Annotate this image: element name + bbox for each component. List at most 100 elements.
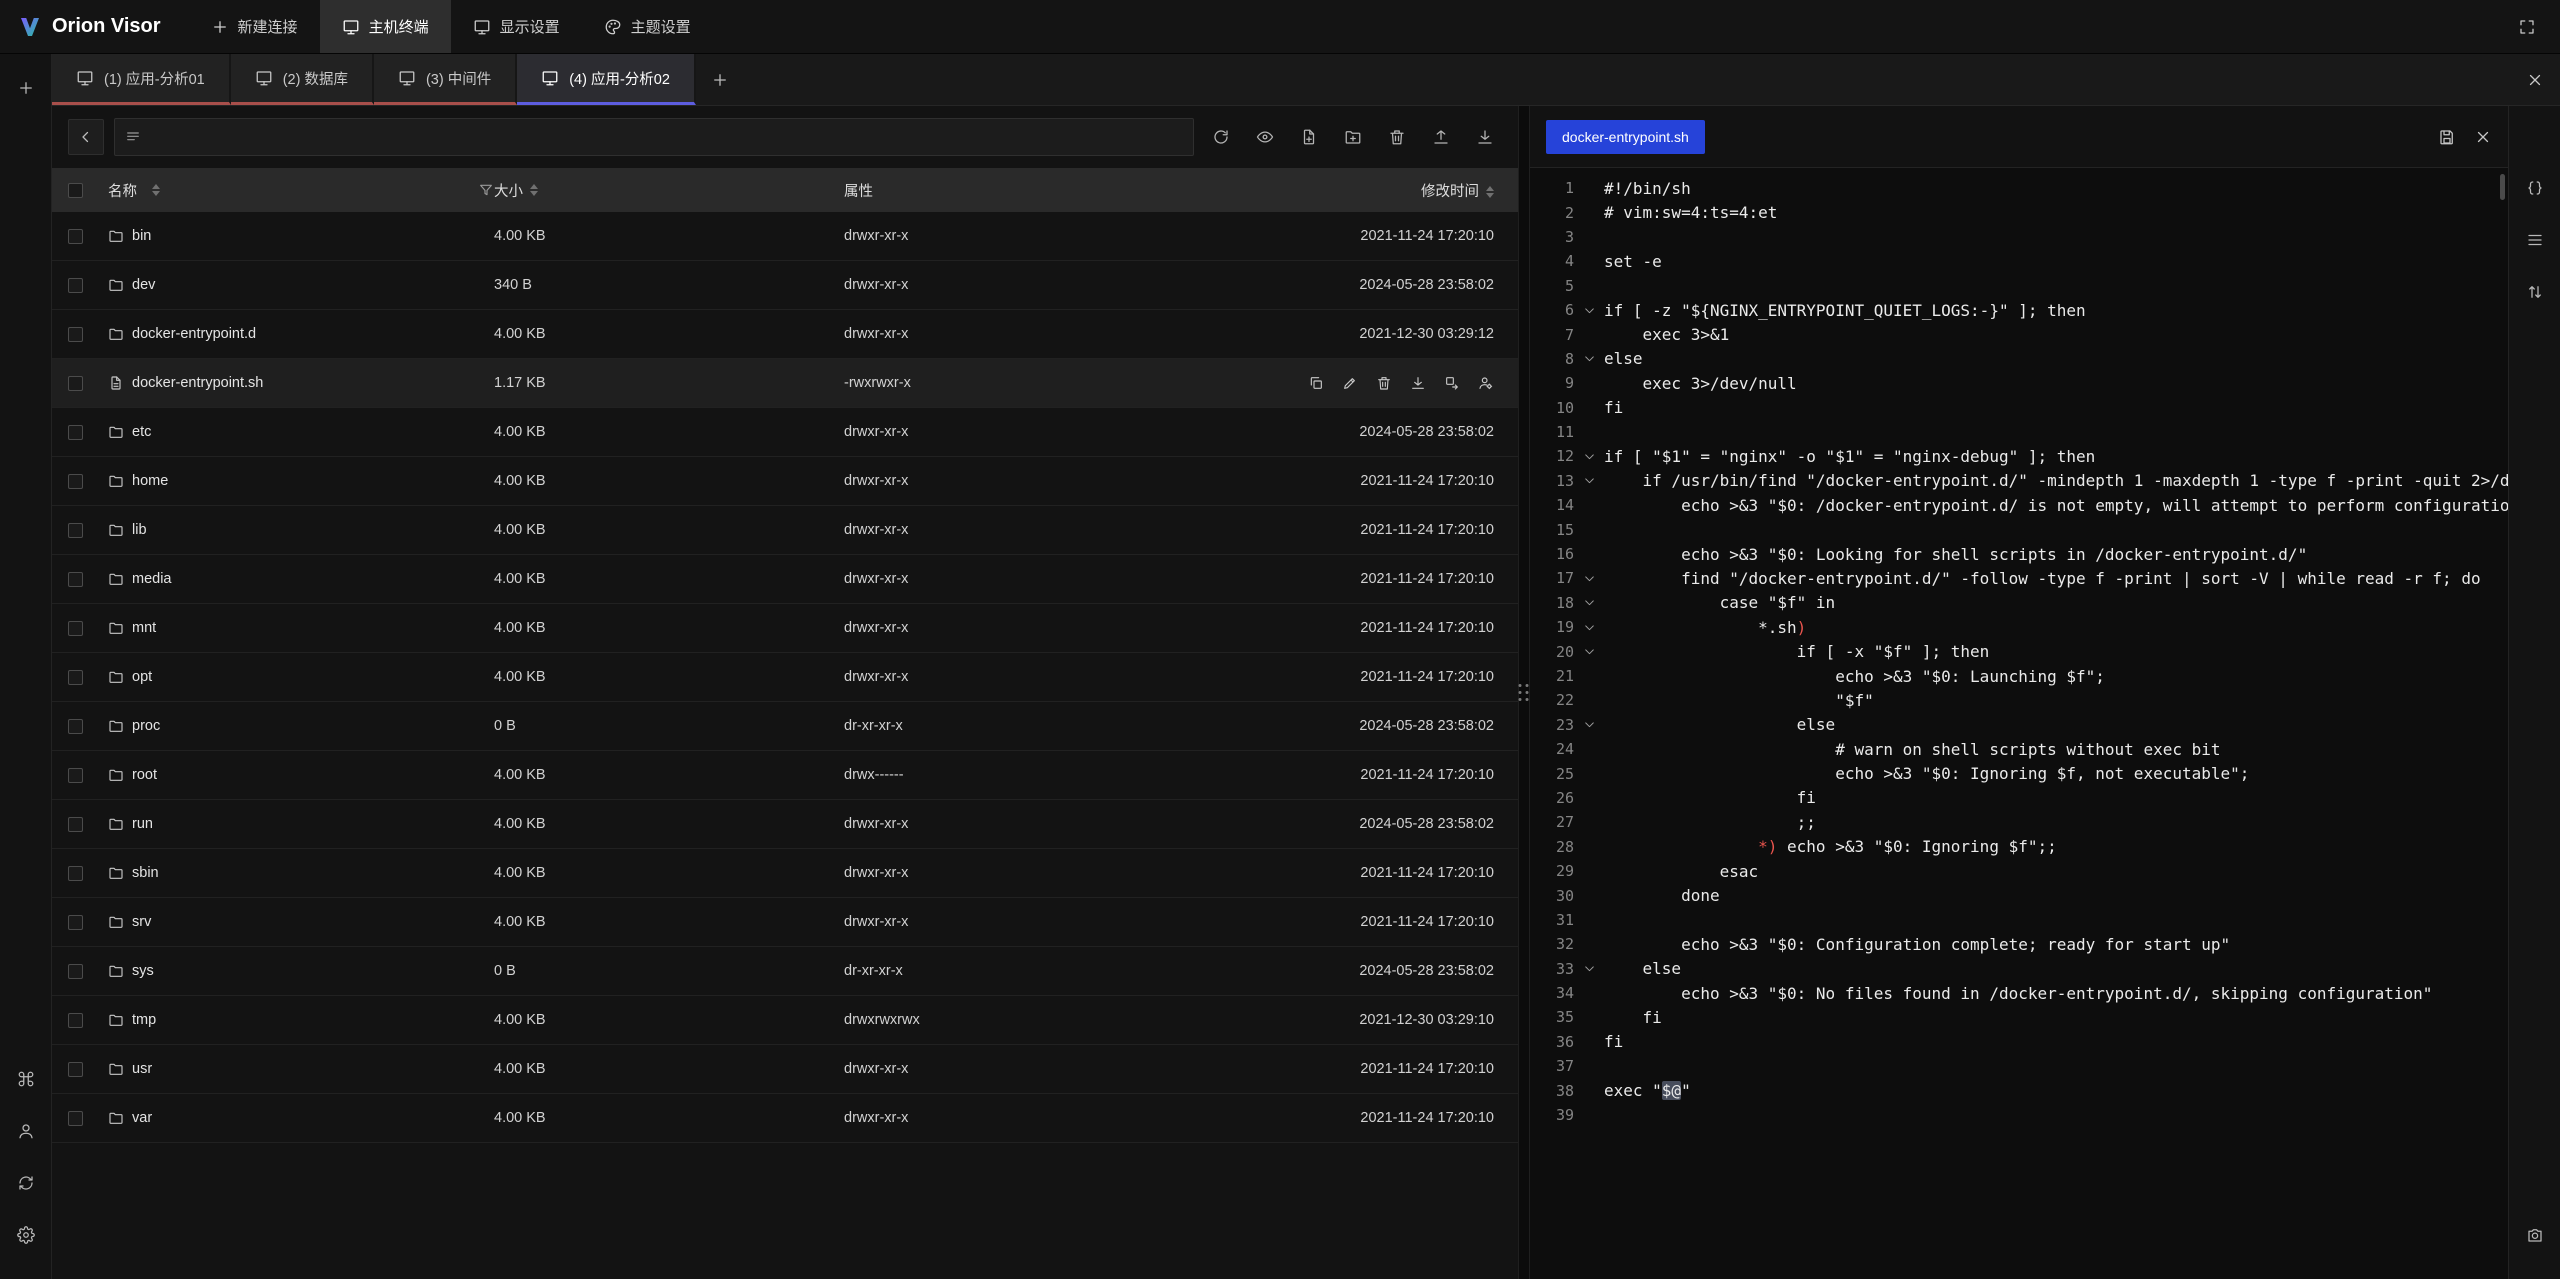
terminal-tab-icon — [76, 69, 94, 87]
fold-toggle-icon[interactable] — [1574, 572, 1604, 585]
row-checkbox[interactable] — [68, 474, 83, 489]
table-row[interactable]: mnt4.00 KBdrwxr-xr-x2021-11-24 17:20:10 — [52, 604, 1518, 653]
menu-display-settings[interactable]: 显示设置 — [451, 0, 582, 53]
table-row[interactable]: usr4.00 KBdrwxr-xr-x2021-11-24 17:20:10 — [52, 1045, 1518, 1094]
fold-toggle-icon[interactable] — [1574, 718, 1604, 731]
editor-file-tab[interactable]: docker-entrypoint.sh — [1546, 120, 1705, 154]
fileplus-button[interactable] — [1292, 120, 1326, 154]
table-row[interactable]: lib4.00 KBdrwxr-xr-x2021-11-24 17:20:10 — [52, 506, 1518, 555]
file-name: lib — [132, 522, 147, 538]
save-icon[interactable] — [2438, 128, 2456, 146]
sort-name-icon[interactable] — [152, 184, 160, 196]
row-checkbox[interactable] — [68, 327, 83, 342]
line-number: 9 — [1530, 374, 1574, 392]
camera-button[interactable] — [2517, 1217, 2553, 1253]
terminal-tab-3[interactable]: (3) 中间件 — [374, 54, 517, 105]
row-checkbox[interactable] — [68, 621, 83, 636]
row-checkbox[interactable] — [68, 572, 83, 587]
sort-size-icon[interactable] — [530, 184, 538, 196]
terminal-tab-1[interactable]: (1) 应用-分析01 — [52, 54, 231, 105]
table-row[interactable]: bin4.00 KBdrwxr-xr-x2021-11-24 17:20:10 — [52, 212, 1518, 261]
menulines-button[interactable] — [2517, 222, 2553, 258]
code-line: 34 echo >&3 "$0: No files found in /dock… — [1530, 981, 2508, 1005]
swapv-button[interactable] — [2517, 274, 2553, 310]
code-area[interactable]: 1#!/bin/sh2# vim:sw=4:ts=4:et34set -e56i… — [1530, 168, 2508, 1279]
fold-toggle-icon[interactable] — [1574, 621, 1604, 634]
menu-new-connection[interactable]: 新建连接 — [189, 0, 320, 53]
row-edit-icon[interactable] — [1342, 375, 1358, 391]
row-checkbox[interactable] — [68, 670, 83, 685]
fold-toggle-icon[interactable] — [1574, 962, 1604, 975]
fold-toggle-icon[interactable] — [1574, 474, 1604, 487]
terminal-tab-4[interactable]: (4) 应用-分析02 — [517, 54, 696, 105]
row-checkbox[interactable] — [68, 964, 83, 979]
row-checkbox[interactable] — [68, 1062, 83, 1077]
fold-toggle-icon[interactable] — [1574, 596, 1604, 609]
braces-button[interactable] — [2517, 170, 2553, 206]
close-editor-icon[interactable] — [2474, 128, 2492, 146]
file-time: 2021-11-24 17:20:10 — [1194, 914, 1494, 930]
panel-splitter[interactable] — [1518, 106, 1530, 1279]
table-row[interactable]: etc4.00 KBdrwxr-xr-x2024-05-28 23:58:02 — [52, 408, 1518, 457]
table-row[interactable]: root4.00 KBdrwx------2021-11-24 17:20:10 — [52, 751, 1518, 800]
table-row[interactable]: home4.00 KBdrwxr-xr-x2021-11-24 17:20:10 — [52, 457, 1518, 506]
table-row[interactable]: var4.00 KBdrwxr-xr-x2021-11-24 17:20:10 — [52, 1094, 1518, 1143]
add-tab-button[interactable] — [696, 54, 744, 105]
row-checkbox[interactable] — [68, 229, 83, 244]
row-checkbox[interactable] — [68, 915, 83, 930]
command-button[interactable] — [8, 1061, 44, 1097]
table-row[interactable]: tmp4.00 KBdrwxrwxrwx2021-12-30 03:29:10 — [52, 996, 1518, 1045]
menu-theme-settings[interactable]: 主题设置 — [582, 0, 713, 53]
table-row[interactable]: run4.00 KBdrwxr-xr-x2024-05-28 23:58:02 — [52, 800, 1518, 849]
refresh-button[interactable] — [1204, 120, 1238, 154]
folderplus-button[interactable] — [1336, 120, 1370, 154]
row-checkbox[interactable] — [68, 376, 83, 391]
row-checkbox[interactable] — [68, 1013, 83, 1028]
row-delete-icon[interactable] — [1376, 375, 1392, 391]
back-button[interactable] — [68, 119, 104, 155]
row-download-icon[interactable] — [1410, 375, 1426, 391]
row-checkbox[interactable] — [68, 768, 83, 783]
plus-button[interactable] — [8, 70, 44, 106]
trash-button[interactable] — [1380, 120, 1414, 154]
path-input[interactable] — [114, 118, 1194, 156]
eye-button[interactable] — [1248, 120, 1282, 154]
table-row[interactable]: sys0 Bdr-xr-xr-x2024-05-28 23:58:02 — [52, 947, 1518, 996]
table-row[interactable]: srv4.00 KBdrwxr-xr-x2021-11-24 17:20:10 — [52, 898, 1518, 947]
row-checkbox[interactable] — [68, 1111, 83, 1126]
code-line: 36fi — [1530, 1030, 2508, 1054]
filter-icon[interactable] — [478, 182, 494, 198]
fold-toggle-icon[interactable] — [1574, 304, 1604, 317]
row-checkbox[interactable] — [68, 425, 83, 440]
table-row[interactable]: opt4.00 KBdrwxr-xr-x2021-11-24 17:20:10 — [52, 653, 1518, 702]
table-row[interactable]: docker-entrypoint.d4.00 KBdrwxr-xr-x2021… — [52, 310, 1518, 359]
row-move-icon[interactable] — [1444, 375, 1460, 391]
fold-toggle-icon[interactable] — [1574, 352, 1604, 365]
select-all-checkbox[interactable] — [68, 183, 83, 198]
editor-scrollbar[interactable] — [2500, 174, 2505, 200]
row-permission-icon[interactable] — [1478, 375, 1494, 391]
row-checkbox[interactable] — [68, 866, 83, 881]
fullscreen-button[interactable] — [2514, 0, 2540, 53]
upload-button[interactable] — [1424, 120, 1458, 154]
sort-time-icon[interactable] — [1486, 186, 1494, 198]
row-checkbox[interactable] — [68, 719, 83, 734]
table-row[interactable]: docker-entrypoint.sh1.17 KB-rwxrwxr-x — [52, 359, 1518, 408]
menu-host-terminal[interactable]: 主机终端 — [320, 0, 451, 53]
table-row[interactable]: media4.00 KBdrwxr-xr-x2021-11-24 17:20:1… — [52, 555, 1518, 604]
fold-toggle-icon[interactable] — [1574, 645, 1604, 658]
row-checkbox[interactable] — [68, 817, 83, 832]
row-copy-icon[interactable] — [1308, 375, 1324, 391]
table-row[interactable]: dev340 Bdrwxr-xr-x2024-05-28 23:58:02 — [52, 261, 1518, 310]
table-row[interactable]: sbin4.00 KBdrwxr-xr-x2021-11-24 17:20:10 — [52, 849, 1518, 898]
terminal-tab-2[interactable]: (2) 数据库 — [231, 54, 374, 105]
table-row[interactable]: proc0 Bdr-xr-xr-x2024-05-28 23:58:02 — [52, 702, 1518, 751]
sync-button[interactable] — [8, 1165, 44, 1201]
gear-button[interactable] — [8, 1217, 44, 1253]
close-all-tabs-button[interactable] — [2526, 54, 2544, 105]
row-checkbox[interactable] — [68, 278, 83, 293]
download-button[interactable] — [1468, 120, 1502, 154]
person-button[interactable] — [8, 1113, 44, 1149]
fold-toggle-icon[interactable] — [1574, 450, 1604, 463]
row-checkbox[interactable] — [68, 523, 83, 538]
